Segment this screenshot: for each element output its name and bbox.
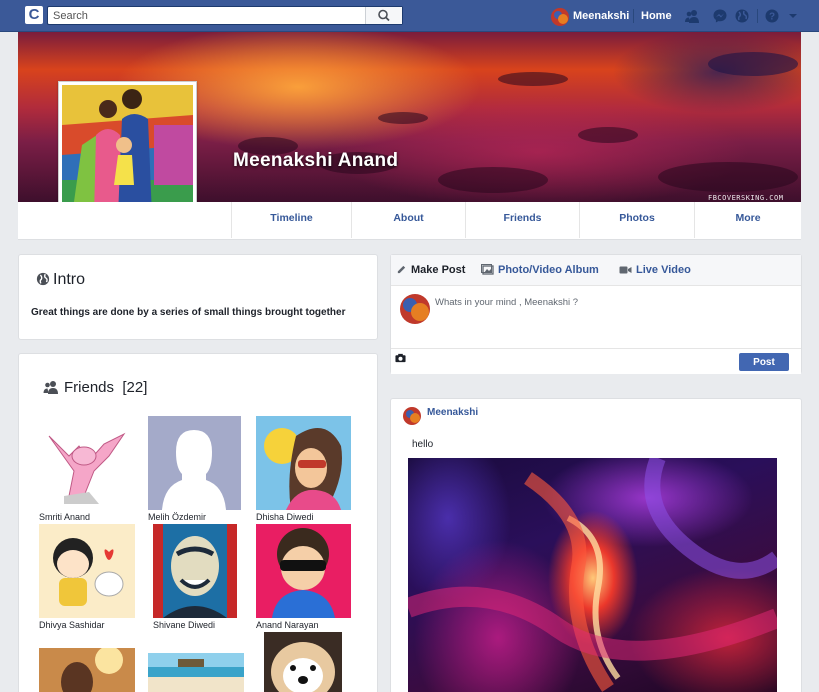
friend-card[interactable] [39,648,135,692]
friends-count: [22] [122,379,148,396]
tab-more[interactable]: More [694,202,801,238]
friend-card[interactable] [148,653,244,692]
avatar[interactable] [551,8,569,26]
post-image[interactable] [408,458,777,692]
friend-photo[interactable] [148,653,244,692]
help-icon[interactable]: ? [764,8,780,24]
profile-name: Meenakshi Anand [233,150,399,171]
intro-title: Intro [53,271,86,288]
dropdown-icon[interactable] [785,8,801,24]
friend-photo[interactable] [39,648,135,692]
top-navigation-bar: C Meenakshi Home ? [0,0,819,32]
friend-photo[interactable] [264,632,342,692]
post-text-input[interactable] [435,297,685,308]
friend-name[interactable]: Shivane Diwedi [153,620,215,630]
site-logo[interactable]: C [25,6,43,24]
search-box [47,6,403,25]
friends-icon[interactable] [684,8,700,24]
friend-card[interactable]: Anand Narayan [256,524,351,630]
friend-name[interactable]: Dhivya Sashidar [39,620,105,630]
camera-icon[interactable] [395,353,406,363]
friend-card[interactable]: Dhisha Diwedi [256,416,351,522]
intro-bio: Great things are done by a series of sma… [31,307,346,318]
divider [633,9,634,23]
friend-name[interactable]: Anand Narayan [256,620,319,630]
profile-picture[interactable] [58,81,197,220]
profile-nav: Timeline About Friends Photos More [18,202,801,240]
post-button[interactable]: Post [739,353,789,371]
friend-photo[interactable] [148,416,241,510]
friend-card[interactable]: Dhivya Sashidar [39,524,135,630]
photo-album-icon [481,264,494,275]
intro-heading: Intro [36,271,85,289]
tab-timeline[interactable]: Timeline [231,202,351,238]
friend-name[interactable]: Dhisha Diwedi [256,512,314,522]
profile-link[interactable]: Meenakshi [573,10,629,22]
post-author[interactable]: Meenakshi [427,407,478,418]
search-input[interactable] [48,7,366,24]
search-icon [378,9,390,22]
friend-photo[interactable] [39,524,135,618]
friend-card[interactable]: Smriti Anand [39,416,132,522]
video-camera-icon [619,266,632,274]
tab-make-post[interactable]: Make Post [396,264,465,276]
friend-photo[interactable] [256,416,351,510]
avatar[interactable] [403,407,421,425]
svg-text:?: ? [769,12,775,23]
tab-friends[interactable]: Friends [465,202,579,238]
search-button[interactable] [365,7,402,24]
tab-live-video[interactable]: Live Video [619,264,691,276]
friend-name[interactable]: Melih Özdemir [148,512,206,522]
friend-card[interactable] [264,632,342,692]
composer-footer: Post [391,348,801,374]
divider [757,9,758,23]
messenger-icon[interactable] [712,8,728,24]
friend-name[interactable]: Smriti Anand [39,512,90,522]
friend-photo[interactable] [256,524,351,618]
feed-post: Meenakshi hello [390,398,802,692]
friend-photo[interactable] [153,524,237,618]
friends-card: Friends [22] Smriti Anand Melih Özdemir [18,353,378,692]
tab-photo-video-album[interactable]: Photo/Video Album [481,264,599,276]
friend-photo[interactable] [39,416,132,510]
globe-icon[interactable] [734,8,750,24]
friend-card[interactable]: Melih Özdemir [148,416,241,522]
composer-tabs: Make Post Photo/Video Album Live Video [391,255,801,286]
friends-heading[interactable]: Friends [22] [43,379,147,396]
intro-card: Intro Great things are done by a series … [18,254,378,340]
friend-card[interactable]: Shivane Diwedi [153,524,237,630]
tab-photos[interactable]: Photos [579,202,694,238]
friends-title: Friends [64,379,115,396]
globe-icon [36,272,50,286]
tab-about[interactable]: About [351,202,465,238]
friends-icon [43,381,58,394]
pencil-icon [397,265,406,274]
avatar[interactable] [400,294,430,324]
post-text: hello [412,439,434,450]
cover-credit-watermark: FBCOVERSKING.COM [708,194,784,202]
home-link[interactable]: Home [641,10,672,22]
post-composer: Make Post Photo/Video Album Live Video P… [390,254,802,374]
